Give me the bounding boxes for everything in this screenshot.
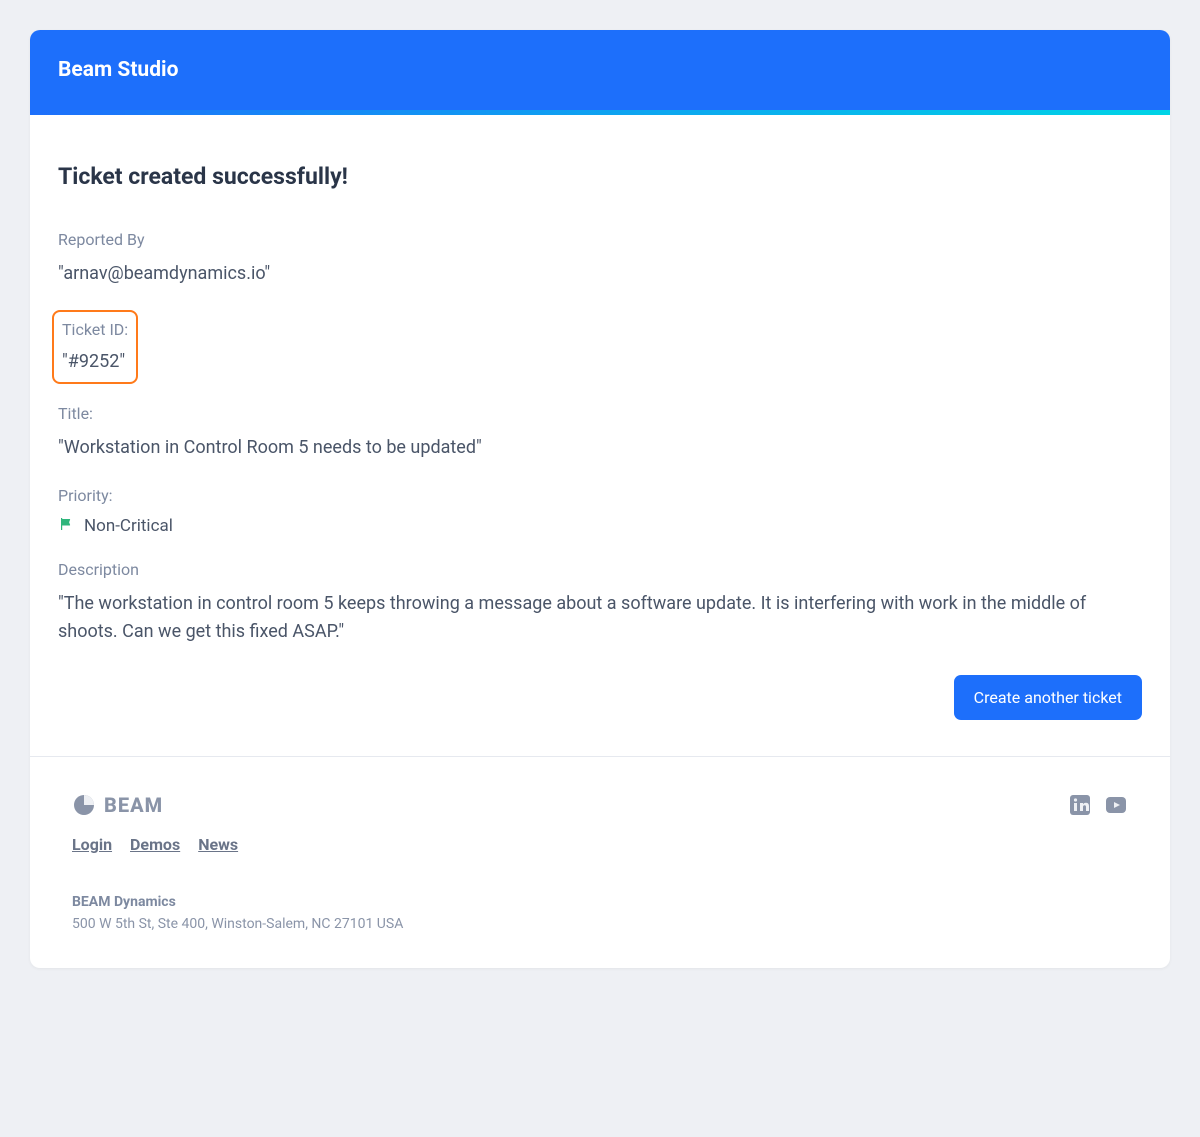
footer-top: BEAM Login Demos News bbox=[72, 793, 1128, 854]
beam-logo-text: BEAM bbox=[104, 793, 163, 817]
footer-link-news[interactable]: News bbox=[198, 835, 238, 854]
title-label: Title: bbox=[58, 402, 1142, 426]
footer-company-block: BEAM Dynamics 500 W 5th St, Ste 400, Win… bbox=[72, 894, 1128, 932]
ticket-id-highlight: Ticket ID: "#9252" bbox=[52, 310, 138, 384]
main-card: Beam Studio Ticket created successfully!… bbox=[30, 30, 1170, 968]
footer-company-name: BEAM Dynamics bbox=[72, 894, 1128, 910]
footer-left: BEAM Login Demos News bbox=[72, 793, 238, 854]
description-value: "The workstation in control room 5 keeps… bbox=[58, 590, 1142, 646]
app-title: Beam Studio bbox=[58, 58, 178, 82]
footer: BEAM Login Demos News bbox=[30, 756, 1170, 968]
footer-link-demos[interactable]: Demos bbox=[130, 835, 180, 854]
youtube-icon[interactable] bbox=[1104, 793, 1128, 817]
ticket-id-label: Ticket ID: bbox=[62, 318, 128, 342]
footer-address: 500 W 5th St, Ste 400, Winston-Salem, NC… bbox=[72, 916, 1128, 932]
flag-icon bbox=[58, 516, 74, 536]
priority-row: Non-Critical bbox=[58, 516, 1142, 536]
reported-by-value: "arnav@beamdynamics.io" bbox=[58, 260, 1142, 288]
button-row: Create another ticket bbox=[58, 675, 1142, 720]
footer-links: Login Demos News bbox=[72, 835, 238, 854]
beam-logo: BEAM bbox=[72, 793, 238, 817]
linkedin-icon[interactable] bbox=[1068, 793, 1092, 817]
footer-socials bbox=[1068, 793, 1128, 817]
title-value: "Workstation in Control Room 5 needs to … bbox=[58, 434, 1142, 462]
create-another-ticket-button[interactable]: Create another ticket bbox=[954, 675, 1142, 720]
beam-logo-icon bbox=[72, 793, 96, 817]
header: Beam Studio bbox=[30, 30, 1170, 110]
description-label: Description bbox=[58, 558, 1142, 582]
priority-value: Non-Critical bbox=[84, 516, 173, 536]
ticket-id-value: "#9252" bbox=[62, 348, 128, 376]
page-heading: Ticket created successfully! bbox=[58, 163, 1142, 190]
content-area: Ticket created successfully! Reported By… bbox=[30, 115, 1170, 756]
priority-label: Priority: bbox=[58, 484, 1142, 508]
reported-by-label: Reported By bbox=[58, 228, 1142, 252]
footer-link-login[interactable]: Login bbox=[72, 835, 112, 854]
